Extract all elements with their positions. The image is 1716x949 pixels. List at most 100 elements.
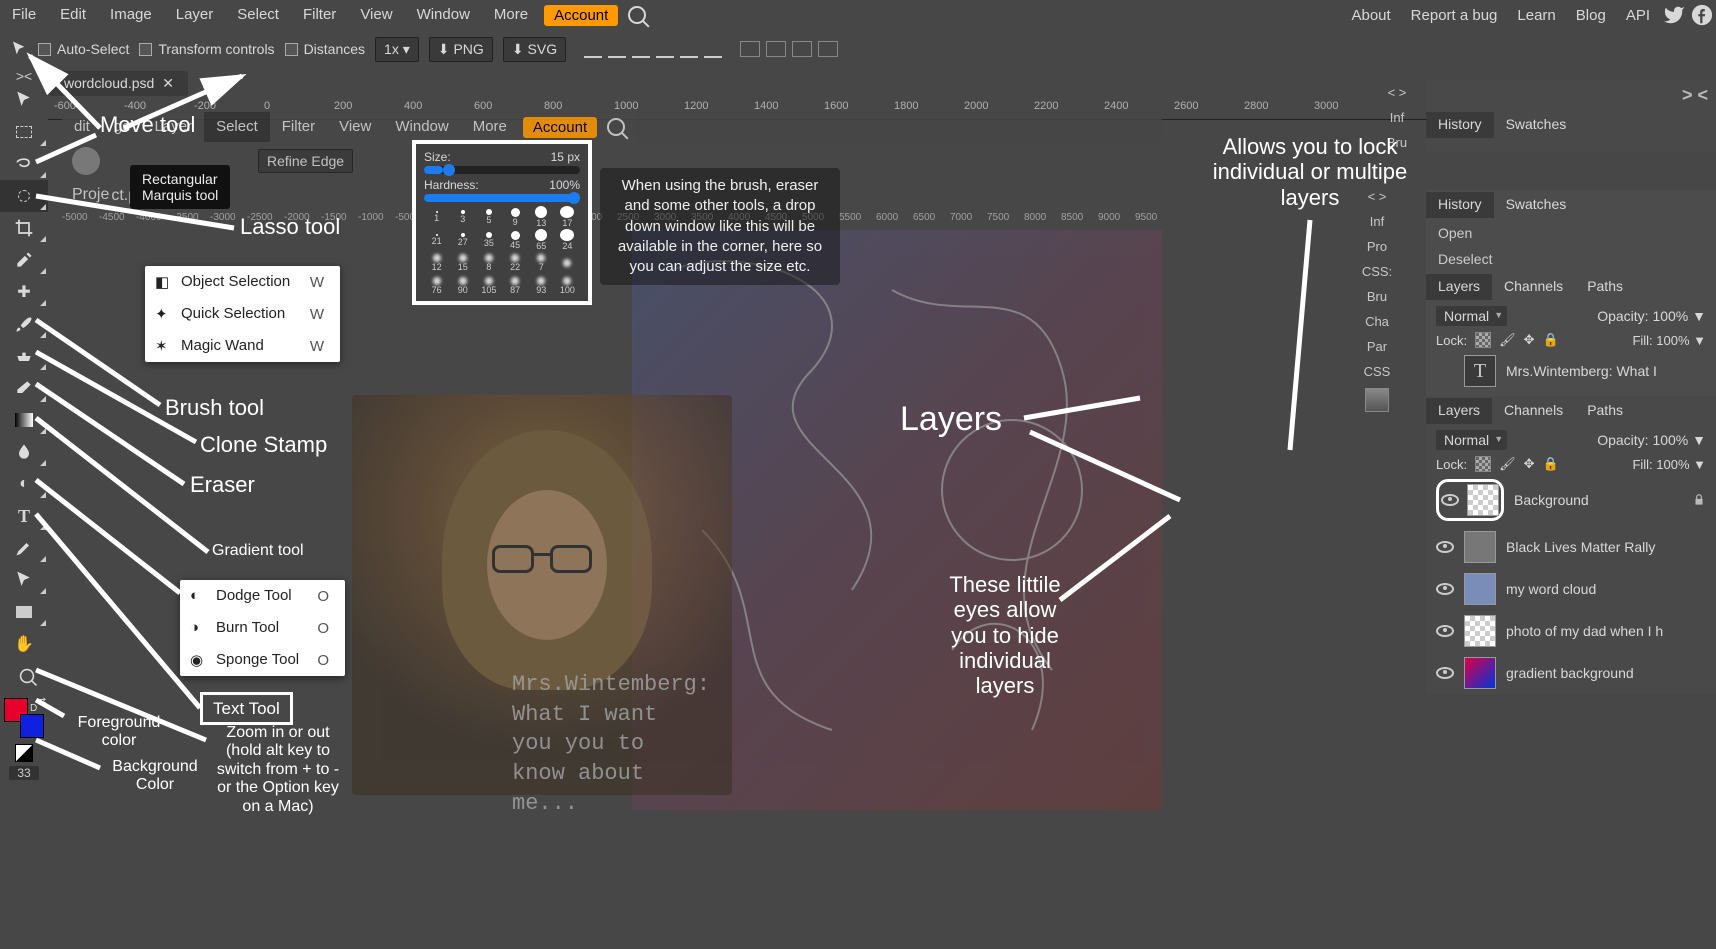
paths-tab[interactable]: Paths [1575, 398, 1635, 424]
zoom-dropdown[interactable]: 1x ▾ [375, 37, 419, 62]
history-deselect[interactable]: Deselect [1426, 246, 1716, 272]
menu-filter[interactable]: Filter [291, 0, 348, 30]
eye-icon[interactable] [1441, 494, 1459, 506]
distances-checkbox[interactable]: Distances [285, 41, 365, 57]
path-select-tool[interactable] [0, 564, 48, 596]
selection-tool-flyout[interactable]: ◧Object SelectionW ✦Quick SelectionW ✶Ma… [145, 266, 340, 362]
object-select-tool[interactable] [0, 180, 48, 212]
move-tool[interactable] [0, 84, 48, 116]
menu-magic-wand[interactable]: ✶Magic WandW [145, 330, 340, 362]
info-tab-mini[interactable]: Inf [1378, 105, 1416, 130]
layer-background[interactable]: Background [1426, 474, 1716, 526]
align-middle-icon[interactable] [680, 40, 698, 58]
channels-tab[interactable]: Channels [1492, 398, 1575, 424]
menu-sponge[interactable]: ◉Sponge ToolO [180, 644, 345, 676]
layer-row[interactable]: gradient background [1426, 652, 1716, 694]
marquee-tool[interactable] [0, 116, 48, 148]
distribute-s-icon[interactable] [792, 41, 812, 57]
brush-preset-grid[interactable]: 1359131721273545652412158227769010587931… [424, 206, 580, 297]
menu-view[interactable]: View [348, 0, 404, 30]
lock-brush-icon[interactable]: 🖌 [1499, 456, 1516, 472]
menu-dodge[interactable]: ◐Dodge ToolO [180, 580, 345, 612]
crop-tool[interactable] [0, 212, 48, 244]
menu-edit[interactable]: Edit [48, 0, 98, 30]
eye-icon[interactable] [1436, 667, 1454, 679]
menu-burn[interactable]: ◑Burn ToolO [180, 612, 345, 644]
heal-tool[interactable]: ✚ [0, 276, 48, 308]
dodge-tool[interactable]: ◐ [0, 468, 48, 500]
distribute-more-icon[interactable] [818, 41, 838, 57]
link-about[interactable]: About [1341, 7, 1400, 24]
eye-icon[interactable] [1436, 625, 1454, 637]
lasso-tool[interactable] [0, 148, 48, 180]
auto-select-checkbox[interactable]: Auto-Select [38, 41, 129, 57]
export-png-button[interactable]: ⬇PNG [429, 37, 493, 62]
blend-mode-select[interactable]: Normal [1436, 306, 1507, 326]
background-color[interactable] [20, 714, 44, 738]
history-open[interactable]: Open [1426, 220, 1716, 246]
link-blog[interactable]: Blog [1566, 7, 1616, 24]
fill-value[interactable]: Fill: 100% ▼ [1632, 457, 1706, 472]
eraser-tool[interactable] [0, 372, 48, 404]
distribute-v-icon[interactable] [766, 41, 786, 57]
brush-settings-popup[interactable]: Size:15 px Hardness:100% 135913172127354… [412, 140, 592, 305]
zoom-percent[interactable]: 33 [9, 766, 39, 780]
align-top-icon[interactable] [656, 40, 674, 58]
color-swatch[interactable]: ⇄ D [4, 698, 44, 738]
type-tool[interactable]: T [0, 500, 48, 532]
collapse-tools[interactable]: >< [0, 68, 48, 84]
swap-colors-icon[interactable]: ⇄ [38, 696, 46, 707]
export-svg-button[interactable]: ⬇SVG [503, 37, 566, 62]
eye-icon[interactable] [1436, 583, 1454, 595]
menu-quick-selection[interactable]: ✦Quick SelectionW [145, 298, 340, 330]
lock-pixels-icon[interactable] [1475, 456, 1491, 472]
blend-mode-select[interactable]: Normal [1436, 430, 1507, 450]
size-slider[interactable] [424, 166, 580, 174]
lock-brush-icon[interactable]: 🖌 [1499, 332, 1516, 348]
eye-icon[interactable] [1436, 541, 1454, 553]
menu-layer[interactable]: Layer [164, 0, 226, 30]
zoom-tool[interactable] [0, 660, 48, 692]
menu-more[interactable]: More [482, 0, 540, 30]
dodge-tool-flyout[interactable]: ◐Dodge ToolO ◑Burn ToolO ◉Sponge ToolO [180, 580, 345, 676]
layer-row[interactable]: Black Lives Matter Rally [1426, 526, 1716, 568]
clone-stamp-tool[interactable] [0, 340, 48, 372]
document-tab[interactable]: wordcloud.psd✕ [50, 71, 188, 96]
fill-value[interactable]: Fill: 100% ▼ [1632, 333, 1706, 348]
gradient-tool[interactable] [0, 404, 48, 436]
opacity-value[interactable]: Opacity: 100% ▼ [1597, 308, 1706, 324]
lock-move-icon[interactable]: ✥ [1524, 332, 1535, 348]
collapse-toggle[interactable]: < > [1378, 80, 1416, 105]
layer-row[interactable]: my word cloud [1426, 568, 1716, 610]
menu-object-selection[interactable]: ◧Object SelectionW [145, 266, 340, 298]
lock-all-icon[interactable]: 🔒 [1543, 332, 1559, 348]
move-tool-icon[interactable] [10, 40, 28, 58]
menu-window[interactable]: Window [405, 0, 482, 30]
pen-tool[interactable] [0, 532, 48, 564]
layers-tab[interactable]: Layers [1426, 398, 1492, 424]
lock-move-icon[interactable]: ✥ [1524, 456, 1535, 472]
hand-tool[interactable]: ✋ [0, 628, 48, 660]
search-icon[interactable] [628, 6, 646, 24]
distribute-h-icon[interactable] [740, 41, 760, 57]
link-bug[interactable]: Report a bug [1401, 7, 1508, 24]
twitter-icon[interactable] [1663, 4, 1685, 26]
shape-tool[interactable] [0, 596, 48, 628]
align-left-icon[interactable] [584, 40, 602, 58]
default-colors-icon[interactable]: D [30, 703, 37, 714]
align-center-icon[interactable] [608, 40, 626, 58]
brush-tool[interactable] [0, 308, 48, 340]
history-tab[interactable]: History [1426, 112, 1494, 138]
blur-tool[interactable] [0, 436, 48, 468]
align-right-icon[interactable] [632, 40, 650, 58]
align-bottom-icon[interactable] [704, 40, 722, 58]
layer-row[interactable]: TMrs.Wintemberg: What I [1426, 350, 1716, 392]
panel-collapse[interactable]: > < [1674, 85, 1716, 106]
eyedropper-tool[interactable] [0, 244, 48, 276]
lock-pixels-icon[interactable] [1475, 332, 1491, 348]
quickmask-icon[interactable] [15, 744, 33, 762]
image-icon[interactable] [1365, 388, 1389, 412]
menu-select[interactable]: Select [225, 0, 291, 30]
menu-image[interactable]: Image [98, 0, 164, 30]
opacity-value[interactable]: Opacity: 100% ▼ [1597, 432, 1706, 448]
